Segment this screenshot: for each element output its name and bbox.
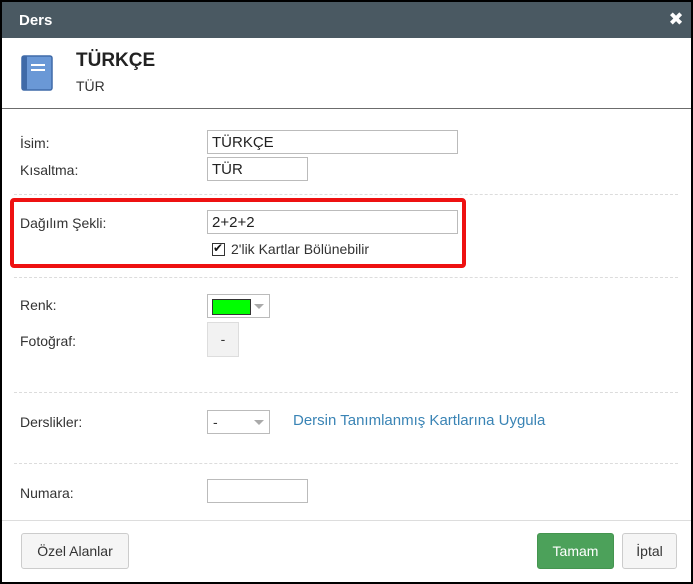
derslikler-select[interactable]: - <box>207 410 270 434</box>
color-swatch <box>212 299 251 315</box>
cancel-button[interactable]: İptal <box>622 533 677 569</box>
dialog-title: Ders <box>19 12 53 29</box>
dialog-window: Ders ✖ TÜRKÇE TÜR İsim: Kısaltma: Dağılı… <box>0 0 693 584</box>
dagilim-label: Dağılım Şekli: <box>20 215 107 231</box>
derslikler-label: Derslikler: <box>20 414 83 430</box>
bolunebilir-row: ✔ 2'lik Kartlar Bölünebilir <box>212 241 369 257</box>
course-name-heading: TÜRKÇE <box>76 50 156 71</box>
bolunebilir-checkbox[interactable]: ✔ <box>212 240 225 256</box>
divider <box>14 463 678 464</box>
renk-label: Renk: <box>20 297 57 313</box>
close-icon[interactable]: ✖ <box>668 10 684 28</box>
apply-to-cards-link[interactable]: Dersin Tanımlanmış Kartlarına Uygula <box>293 412 545 429</box>
color-picker[interactable] <box>207 294 270 318</box>
course-short-heading: TÜR <box>76 78 105 94</box>
book-icon <box>21 55 53 91</box>
chevron-down-icon <box>254 420 264 425</box>
bolunebilir-label: 2'lik Kartlar Bölünebilir <box>231 241 370 257</box>
kisaltma-label: Kısaltma: <box>20 162 79 178</box>
dialog-header: TÜRKÇE TÜR <box>2 38 691 109</box>
dialog-footer <box>2 520 691 521</box>
check-icon: ✔ <box>213 240 224 255</box>
divider <box>14 277 678 278</box>
custom-fields-button[interactable]: Özel Alanlar <box>21 533 129 569</box>
dialog-titlebar: Ders ✖ <box>2 2 691 38</box>
isim-input[interactable] <box>207 130 458 154</box>
photo-button[interactable]: - <box>207 322 239 357</box>
dagilim-input[interactable] <box>207 210 458 234</box>
fotograf-label: Fotoğraf: <box>20 333 77 349</box>
derslikler-value: - <box>213 414 218 430</box>
chevron-down-icon <box>254 304 264 309</box>
numara-label: Numara: <box>20 485 74 501</box>
numara-input[interactable] <box>207 479 308 503</box>
ok-button[interactable]: Tamam <box>537 533 614 569</box>
kisaltma-input[interactable] <box>207 157 308 181</box>
isim-label: İsim: <box>20 135 50 151</box>
divider <box>14 194 678 195</box>
divider <box>14 392 678 393</box>
